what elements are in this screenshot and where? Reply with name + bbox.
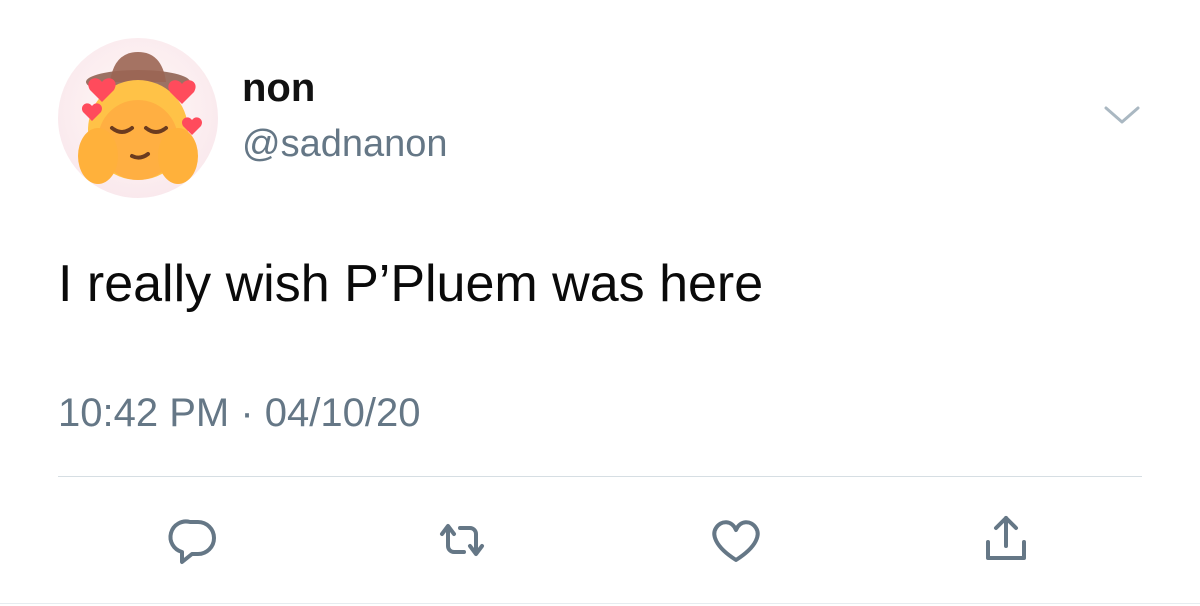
heart-icon (712, 520, 760, 562)
divider (58, 476, 1142, 477)
retweet-button[interactable] (432, 512, 492, 568)
reply-icon (168, 519, 216, 564)
share-icon (986, 516, 1026, 560)
retweet-icon (440, 524, 484, 556)
emoji-avatar-image (78, 52, 203, 184)
tweet-text: I really wish P’Pluem was here (58, 255, 764, 313)
username[interactable]: @sadnanon (242, 120, 448, 168)
timestamp[interactable]: 10:42 PM · 04/10/20 (58, 388, 420, 438)
tweet-card: non @sadnanon I really wish P’Pluem was … (0, 0, 1200, 606)
avatar[interactable] (58, 38, 218, 198)
chevron-down-icon[interactable] (1100, 100, 1144, 130)
display-name[interactable]: non (242, 64, 315, 112)
reply-button[interactable] (164, 512, 224, 568)
like-button[interactable] (706, 512, 766, 568)
share-button[interactable] (976, 512, 1036, 568)
bottom-border (0, 603, 1200, 604)
